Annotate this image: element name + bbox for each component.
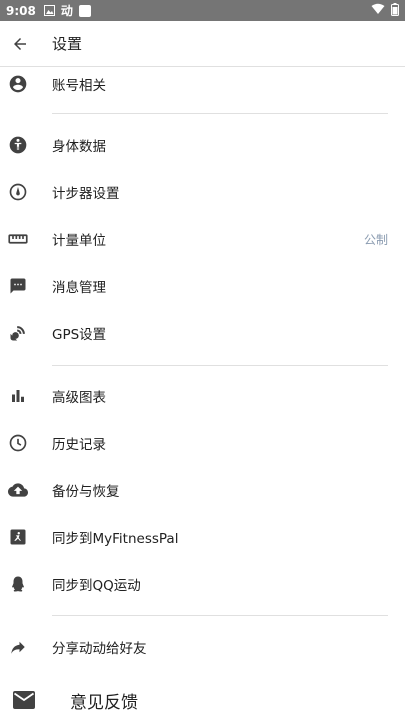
gps-icon	[8, 323, 28, 343]
units-value: 公制	[363, 232, 388, 247]
status-time: 9:08	[6, 3, 36, 18]
settings-item-gps[interactable]: GPS设置	[0, 313, 405, 353]
settings-item-label: 计步器设置	[52, 186, 120, 202]
settings-item-label: 计量单位	[52, 233, 106, 249]
wifi-icon	[371, 3, 385, 18]
qq-icon	[8, 574, 28, 594]
settings-item-label: 消息管理	[52, 280, 106, 296]
settings-item-charts[interactable]: 高级图表	[0, 376, 405, 416]
message-icon	[8, 276, 28, 296]
settings-item-messages[interactable]: 消息管理	[0, 266, 405, 306]
back-arrow-icon	[14, 37, 26, 50]
ruler-icon	[8, 229, 28, 249]
account-icon	[8, 74, 28, 94]
divider	[52, 113, 388, 114]
settings-item-units[interactable]: 计量单位 公制	[0, 219, 405, 259]
back-button[interactable]	[2, 26, 38, 62]
status-right	[371, 2, 399, 19]
settings-item-label: 分享动动给好友	[52, 641, 147, 657]
app-notification-icon: 动	[60, 4, 73, 18]
settings-item-label: 账号相关	[52, 78, 106, 94]
settings-item-backup[interactable]: 备份与恢复	[0, 470, 405, 510]
settings-item-history[interactable]: 历史记录	[0, 423, 405, 463]
share-icon	[8, 637, 28, 657]
feedback-label: 意见反馈	[70, 692, 138, 713]
settings-item-share[interactable]: 分享动动给好友	[0, 627, 405, 667]
history-icon	[8, 433, 28, 453]
body-icon	[8, 135, 28, 155]
chart-icon	[8, 386, 28, 406]
settings-item-label: 高级图表	[52, 390, 106, 406]
myfitnesspal-icon	[8, 527, 28, 547]
status-bar: 9:08 动	[0, 0, 405, 21]
settings-item-label: 同步到MyFitnessPal	[52, 531, 179, 547]
notification-photo-icon	[43, 5, 55, 16]
app-bar: 设置	[0, 21, 405, 67]
settings-item-label: GPS设置	[52, 327, 107, 343]
settings-item-qq[interactable]: 同步到QQ运动	[0, 564, 405, 604]
settings-item-label: 同步到QQ运动	[52, 578, 141, 594]
settings-item-pedometer[interactable]: 计步器设置	[0, 172, 405, 212]
settings-item-account[interactable]: 账号相关	[0, 64, 405, 104]
pedometer-icon	[8, 182, 28, 202]
settings-item-feedback[interactable]: 意见反馈	[0, 680, 405, 720]
divider	[52, 615, 388, 616]
cloud-upload-icon	[8, 480, 28, 500]
battery-icon	[391, 2, 399, 19]
mail-icon	[12, 688, 36, 712]
settings-item-body-data[interactable]: 身体数据	[0, 125, 405, 165]
settings-item-label: 身体数据	[52, 139, 106, 155]
page-title: 设置	[52, 35, 83, 53]
settings-item-label: 备份与恢复	[52, 484, 120, 500]
notification-blank-icon	[78, 4, 91, 17]
settings-item-label: 历史记录	[52, 437, 106, 453]
settings-item-myfitnesspal[interactable]: 同步到MyFitnessPal	[0, 517, 405, 557]
divider	[52, 365, 388, 366]
